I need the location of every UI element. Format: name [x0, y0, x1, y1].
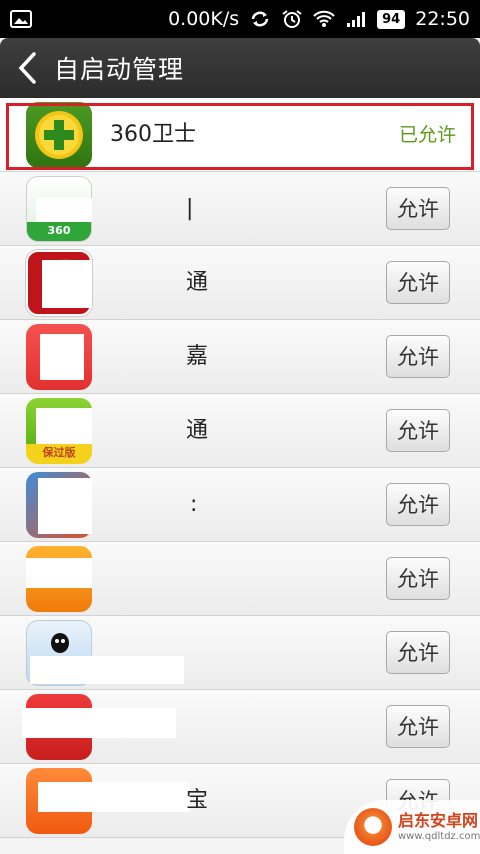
list-item[interactable]: 360卫士 已允许 [0, 98, 480, 172]
allow-button[interactable]: 允许 [386, 483, 450, 526]
allow-button[interactable]: 允许 [386, 631, 450, 674]
redaction-mask [30, 656, 184, 684]
network-speed: 0.00K/s [168, 8, 240, 30]
redaction-mask [42, 260, 92, 308]
list-item[interactable]: 允许 [0, 542, 480, 616]
allow-button[interactable]: 允许 [386, 261, 450, 304]
redaction-mask [38, 478, 92, 534]
redaction-mask [26, 558, 92, 588]
watermark-title: 启东安卓网 [398, 810, 479, 830]
wifi-icon [313, 10, 335, 27]
page-title: 自启动管理 [54, 55, 185, 84]
app-list: 360卫士 已允许 360 | 允许 通 允许 嘉 允许 保过版 通 允许: … [0, 98, 480, 838]
allowed-status: 已允许 [398, 124, 456, 146]
signal-icon [347, 12, 366, 27]
allow-button[interactable]: 允许 [386, 409, 450, 452]
site-watermark: 启东安卓网 www.qdltdz.com [344, 800, 480, 854]
watermark-logo-icon [354, 808, 392, 846]
allow-button[interactable]: 允许 [386, 557, 450, 600]
list-item[interactable]: 360 | 允许 [0, 172, 480, 246]
watermark-url: www.qdltdz.com [398, 830, 480, 842]
redaction-mask [36, 198, 92, 222]
app-icon-360-security [26, 102, 92, 168]
redaction-mask [36, 408, 92, 444]
list-item[interactable]: 保过版 通 允许 [0, 394, 480, 468]
redaction-mask [40, 334, 84, 380]
app-name: 通 [186, 418, 209, 443]
allow-button[interactable]: 允许 [386, 187, 450, 230]
allow-button[interactable]: 允许 [386, 705, 450, 748]
redaction-mask [22, 708, 176, 738]
back-button[interactable] [0, 38, 54, 98]
image-notification-icon [10, 10, 32, 28]
list-item[interactable]: 嘉 允许 [0, 320, 480, 394]
allow-button[interactable]: 允许 [386, 335, 450, 378]
app-name: 嘉 [186, 344, 209, 369]
list-item[interactable]: 通 允许 [0, 246, 480, 320]
app-name: | [186, 196, 194, 221]
battery-indicator: 94 [377, 9, 406, 29]
list-item[interactable]: 允许 [0, 690, 480, 764]
clock: 22:50 [415, 8, 470, 30]
chevron-left-icon [18, 52, 36, 84]
list-item[interactable]: : 允许 [0, 468, 480, 542]
app-name: : [190, 492, 198, 517]
title-bar: 自启动管理 [0, 38, 480, 98]
app-name: 360卫士 [110, 122, 196, 147]
status-bar: 0.00K/s 94 22:50 [0, 0, 480, 38]
alarm-icon [282, 10, 302, 28]
sync-icon [251, 11, 269, 27]
app-name: 宝 [186, 788, 209, 813]
app-name: 通 [186, 270, 209, 295]
redaction-mask [38, 782, 190, 812]
list-item[interactable]: 允许 [0, 616, 480, 690]
